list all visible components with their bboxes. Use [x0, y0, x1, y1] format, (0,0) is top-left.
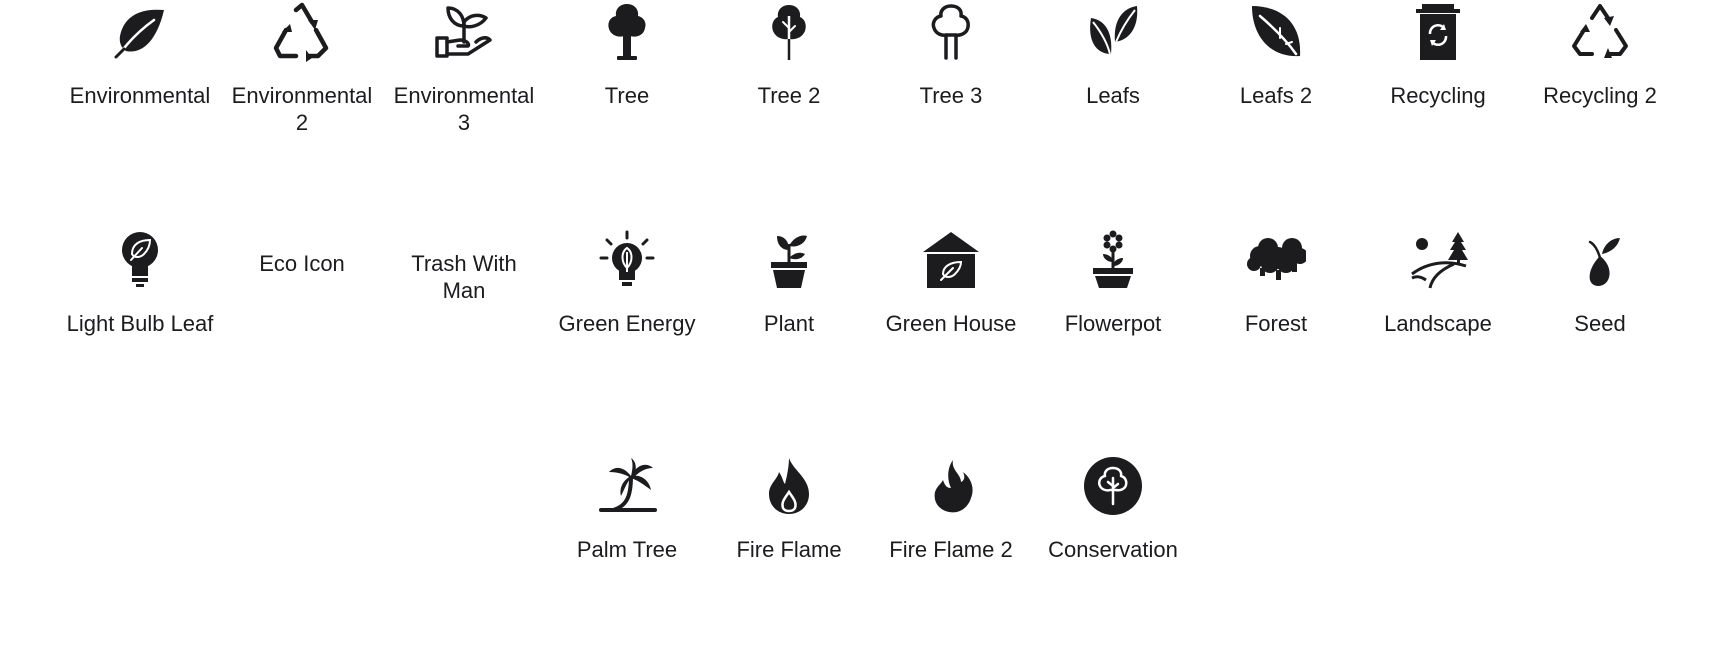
tree-2-icon: [772, 5, 806, 60]
tile-label: Fire Flame 2: [889, 537, 1013, 562]
icon-row-2: Light Bulb Leaf Eco Icon Trash With Man: [0, 230, 1736, 420]
green-house-icon: [923, 232, 979, 288]
icon-row-1: Environmental Environmental 2 Environmen…: [0, 2, 1736, 192]
icon-tile-forest[interactable]: Forest: [1195, 230, 1357, 337]
fire-flame-2-icon: [934, 460, 973, 513]
leaf-icon: [114, 9, 164, 59]
icon-tile-leafs[interactable]: Leafs: [1032, 2, 1194, 109]
tile-label: Green House: [885, 311, 1017, 336]
tile-label: Green Energy: [558, 311, 696, 336]
icon-tile-green-energy[interactable]: Green Energy: [546, 230, 708, 337]
tile-label: Recycling: [1390, 83, 1486, 108]
icon-tile-trash-with-man[interactable]: Trash With Man: [383, 230, 545, 304]
tile-label: Environmental 2: [231, 83, 373, 135]
icon-tile-conservation[interactable]: Conservation: [1032, 456, 1194, 563]
icon-tile-leafs-2[interactable]: Leafs 2: [1195, 2, 1357, 109]
icon-tile-landscape[interactable]: Landscape: [1357, 230, 1519, 337]
icon-tile-seed[interactable]: Seed: [1519, 230, 1681, 337]
recycling-bin-icon: [1416, 4, 1460, 60]
tile-label: Light Bulb Leaf: [66, 311, 214, 336]
conservation-icon: [1084, 457, 1142, 515]
icon-tile-flowerpot[interactable]: Flowerpot: [1032, 230, 1194, 337]
tile-label: Forest: [1244, 311, 1308, 336]
tile-label: Trash With Man: [411, 251, 517, 303]
landscape-icon: [1411, 232, 1468, 289]
tile-label: Environmental: [69, 83, 211, 108]
icon-tile-fire-flame[interactable]: Fire Flame: [708, 456, 870, 563]
icon-tile-tree-2[interactable]: Tree 2: [708, 2, 870, 109]
leafs-2-icon: [1252, 6, 1301, 57]
icon-tile-recycling[interactable]: Recycling: [1357, 2, 1519, 109]
icon-tile-tree-3[interactable]: Tree 3: [870, 2, 1032, 109]
icon-tile-eco-icon[interactable]: Eco Icon: [221, 230, 383, 277]
tile-label: Landscape: [1384, 311, 1492, 336]
tile-label: Leafs: [1086, 83, 1140, 108]
icon-tile-palm-tree[interactable]: Palm Tree: [546, 456, 708, 563]
tile-label: Leafs 2: [1239, 83, 1313, 108]
tile-label: Seed: [1574, 311, 1626, 336]
icon-tile-environmental[interactable]: Environmental: [59, 2, 221, 109]
light-bulb-leaf-icon: [122, 232, 158, 287]
tree-3-icon: [931, 4, 970, 60]
tile-label: Palm Tree: [576, 537, 678, 562]
icon-tile-plant[interactable]: Plant: [708, 230, 870, 337]
icon-grid: Environmental Environmental 2 Environmen…: [0, 0, 1736, 570]
icon-tile-fire-flame-2[interactable]: Fire Flame 2: [870, 456, 1032, 563]
tile-label: Environmental 3: [393, 83, 535, 135]
icon-tile-tree[interactable]: Tree: [546, 2, 708, 109]
seed-icon: [1588, 238, 1620, 286]
tile-label: Plant: [763, 311, 815, 336]
recycling-2-icon: [1572, 4, 1628, 58]
icon-tile-green-house[interactable]: Green House: [870, 230, 1032, 337]
icon-tile-environmental-2[interactable]: Environmental 2: [221, 2, 383, 136]
tile-label: Tree 2: [757, 83, 821, 108]
flowerpot-icon: [1093, 230, 1133, 288]
tile-label: Flowerpot: [1064, 311, 1162, 336]
forest-icon: [1247, 238, 1306, 280]
fire-flame-icon: [769, 458, 809, 514]
plant-icon: [771, 235, 807, 288]
tile-label: Conservation: [1048, 537, 1178, 562]
icon-row-3: Palm Tree Fire Flame Fire Flame 2 Conser…: [0, 456, 1736, 646]
icon-tile-light-bulb-leaf[interactable]: Light Bulb Leaf: [59, 230, 221, 337]
hand-plant-icon: [435, 6, 492, 58]
tile-label: Tree: [604, 83, 650, 108]
icon-tile-environmental-3[interactable]: Environmental 3: [383, 2, 545, 136]
green-energy-icon: [599, 230, 655, 286]
tile-label: Eco Icon: [259, 251, 345, 276]
palm-tree-icon: [599, 458, 657, 512]
leafs-icon: [1090, 6, 1138, 55]
tree-icon: [608, 4, 646, 60]
recycle-triangle-icon: [273, 2, 329, 62]
tile-label: Recycling 2: [1543, 83, 1657, 108]
tile-label: Tree 3: [919, 83, 983, 108]
icon-tile-recycling-2[interactable]: Recycling 2: [1519, 2, 1681, 109]
tile-label: Fire Flame: [736, 537, 842, 562]
